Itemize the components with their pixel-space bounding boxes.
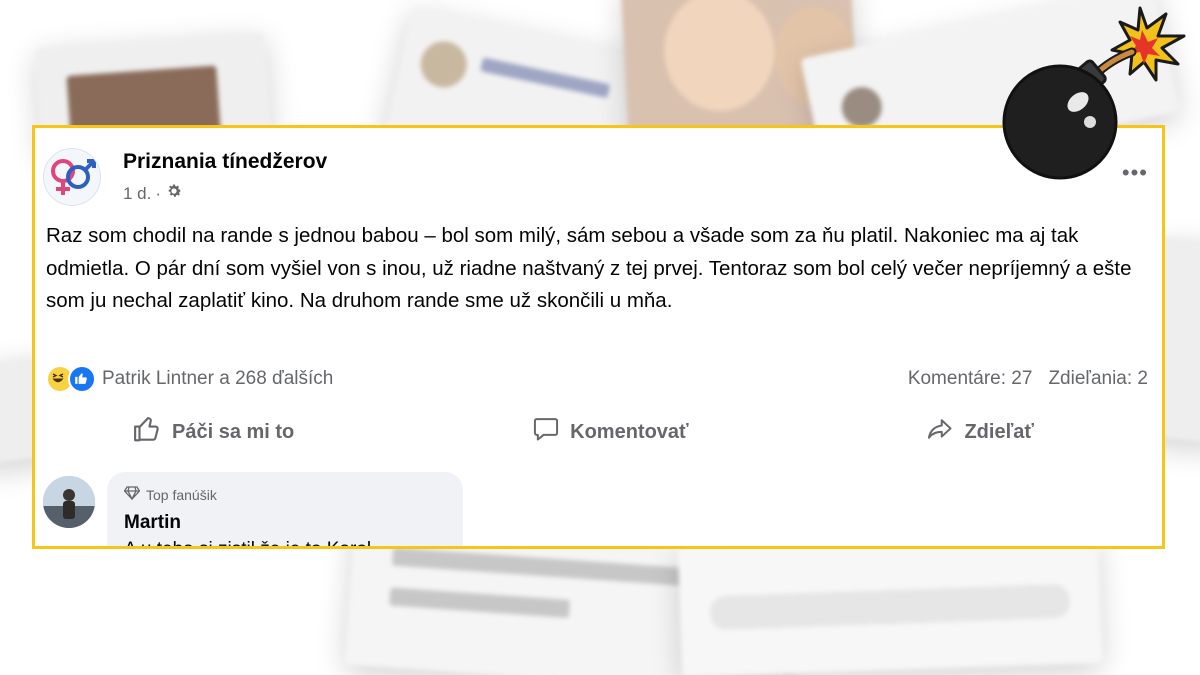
comment-text: A u teba si zistil že je to Karol	[124, 539, 371, 546]
page-avatar[interactable]	[43, 148, 101, 206]
bomb-icon	[990, 0, 1200, 180]
commenter-avatar[interactable]	[43, 476, 95, 528]
top-fan-badge: Top fanúšik	[123, 486, 217, 503]
page-logo	[51, 159, 96, 195]
comments-count[interactable]: Komentáre: 27	[908, 368, 1033, 390]
share-button[interactable]: Zdieľať	[926, 415, 1034, 449]
background-card	[677, 532, 1103, 675]
post-meta: 1 d. ·	[123, 182, 183, 205]
diamond-icon	[123, 486, 141, 503]
comment-bubble: Top fanúšik Martin A u teba si zistil že…	[107, 472, 463, 546]
shares-count[interactable]: Zdieľania: 2	[1048, 368, 1148, 390]
post-time[interactable]: 1 d.	[123, 184, 151, 204]
meta-separator: ·	[155, 183, 162, 203]
engagement-counts: Komentáre: 27 Zdieľania: 2	[908, 368, 1148, 390]
page-name[interactable]: Priznania tínedžerov	[123, 150, 327, 174]
reactions-summary[interactable]: Patrik Lintner a 268 ďalších	[46, 365, 333, 393]
facebook-post: Priznania tínedžerov 1 d. · ••• Raz som …	[32, 125, 1165, 549]
post-text: Raz som chodil na rande s jednou babou –…	[46, 224, 1132, 312]
like-label: Páči sa mi to	[172, 420, 295, 443]
comment-button[interactable]: Komentovať	[532, 415, 689, 449]
top-fan-label: Top fanúšik	[146, 486, 217, 503]
comment-label: Komentovať	[570, 420, 689, 443]
comment-author[interactable]: Martin	[124, 512, 181, 534]
like-button[interactable]: Páči sa mi to	[132, 414, 294, 450]
action-bar: Páči sa mi to Komentovať Zdieľať	[46, 412, 1154, 452]
speech-bubble-icon	[532, 415, 560, 449]
like-reaction-icon	[68, 365, 96, 393]
reactors-text[interactable]: Patrik Lintner a 268 ďalších	[102, 368, 333, 390]
thumbs-up-icon	[132, 414, 162, 450]
gear-icon[interactable]	[165, 182, 183, 205]
post-stats: Patrik Lintner a 268 ďalších Komentáre: …	[46, 364, 1154, 394]
share-arrow-icon	[926, 415, 954, 449]
share-label: Zdieľať	[964, 420, 1034, 443]
